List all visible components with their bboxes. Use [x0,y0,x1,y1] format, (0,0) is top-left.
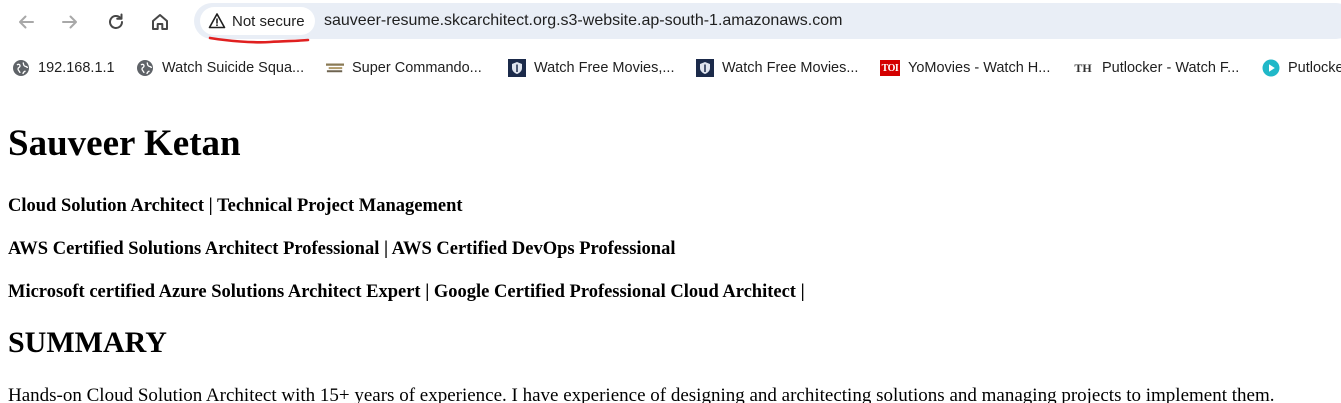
bookmark-item[interactable]: TH Putlocker - Watch F... [1072,56,1239,80]
reload-button[interactable] [100,6,132,38]
bookmark-label: YoMovies - Watch H... [908,60,1051,76]
bookmark-label: Super Commando... [352,60,482,76]
bookmark-item[interactable]: Watch Suicide Squa... [136,56,304,80]
bookmark-item[interactable]: Putlocke [1262,56,1341,80]
headline: AWS Certified Solutions Architect Profes… [8,239,676,259]
toi-logo-icon: TOI [880,60,900,76]
bookmark-item[interactable]: TOI YoMovies - Watch H... [880,56,1050,80]
bookmarks-bar: 192.168.1.1 Watch Suicide Squa... Super … [0,52,1341,84]
bookmark-label: 192.168.1.1 [38,60,115,76]
summary-heading: SUMMARY [8,326,167,359]
shield-logo-icon [696,59,714,77]
warning-icon [208,13,226,29]
security-indicator[interactable]: Not secure [200,7,315,35]
red-annotation-underline [208,36,310,44]
summary-paragraph: Hands-on Cloud Solution Architect with 1… [8,385,1275,403]
bookmark-item[interactable]: Super Commando... [326,56,482,80]
bookmark-label: Watch Free Movies,... [534,60,675,76]
bookmark-item[interactable]: Watch Free Movies... [696,56,858,80]
th-logo-icon: TH [1072,59,1094,77]
url-text[interactable]: sauveer-resume.skcarchitect.org.s3-websi… [324,3,842,39]
headline: Cloud Solution Architect | Technical Pro… [8,196,463,216]
bookmark-label: Putlocke [1288,60,1341,76]
address-bar[interactable]: Not secure sauveer-resume.skcarchitect.o… [194,3,1341,39]
globe-icon [136,59,154,77]
bookmark-item[interactable]: Watch Free Movies,... [508,56,674,80]
site-logo-icon [326,59,344,77]
bookmark-item[interactable]: 192.168.1.1 [12,56,115,80]
bookmark-label: Putlocker - Watch F... [1102,60,1240,76]
play-circle-icon [1262,59,1280,77]
th-logo-text: TH [1074,60,1092,75]
security-label: Not secure [232,12,305,30]
arrow-left-icon [19,15,34,29]
home-button[interactable] [144,6,176,38]
headline: Microsoft certified Azure Solutions Arch… [8,282,805,302]
back-button[interactable] [10,6,42,38]
forward-button[interactable] [54,6,86,38]
toi-logo-text: TOI [881,62,899,74]
shield-logo-icon [508,59,526,77]
reload-icon [109,13,123,29]
arrow-right-icon [62,15,77,29]
home-icon [152,14,168,30]
bookmark-label: Watch Free Movies... [722,60,859,76]
browser-toolbar: Not secure sauveer-resume.skcarchitect.o… [0,0,1341,44]
page-title: Sauveer Ketan [8,123,241,164]
bookmark-label: Watch Suicide Squa... [162,60,305,76]
globe-icon [12,59,30,77]
